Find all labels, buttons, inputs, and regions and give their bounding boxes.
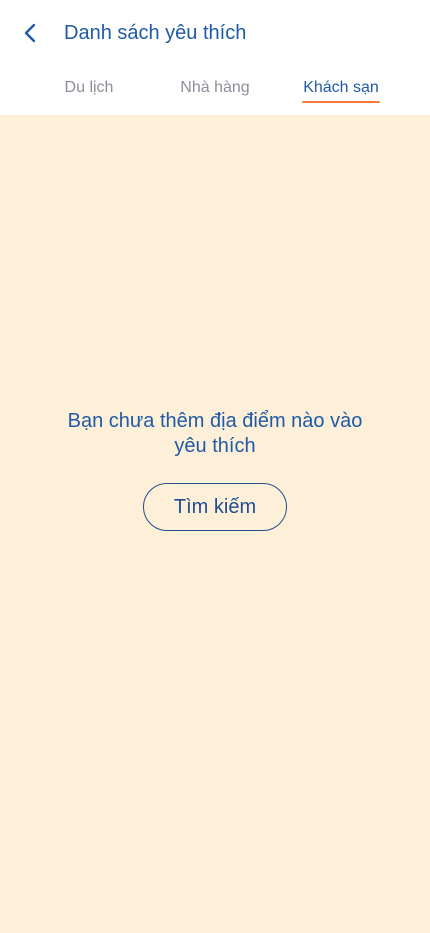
search-button[interactable]: Tìm kiếm xyxy=(143,483,287,531)
tab-du-lich[interactable]: Du lịch xyxy=(44,72,134,106)
active-tab-indicator xyxy=(302,101,380,103)
app-header: Danh sách yêu thích Du lịch Nhà hàng Khá… xyxy=(0,0,430,115)
category-tabs: Du lịch Nhà hàng Khách sạn xyxy=(0,72,430,108)
page-title: Danh sách yêu thích xyxy=(64,22,247,44)
content-area: Bạn chưa thêm địa điểm nào vào yêu thích… xyxy=(0,115,430,933)
empty-state-message: Bạn chưa thêm địa điểm nào vào yêu thích xyxy=(67,410,363,457)
back-button[interactable] xyxy=(14,16,48,50)
favorites-screen: Danh sách yêu thích Du lịch Nhà hàng Khá… xyxy=(0,0,430,933)
tab-nha-hang[interactable]: Nhà hàng xyxy=(164,72,266,106)
chevron-left-icon xyxy=(24,23,36,43)
